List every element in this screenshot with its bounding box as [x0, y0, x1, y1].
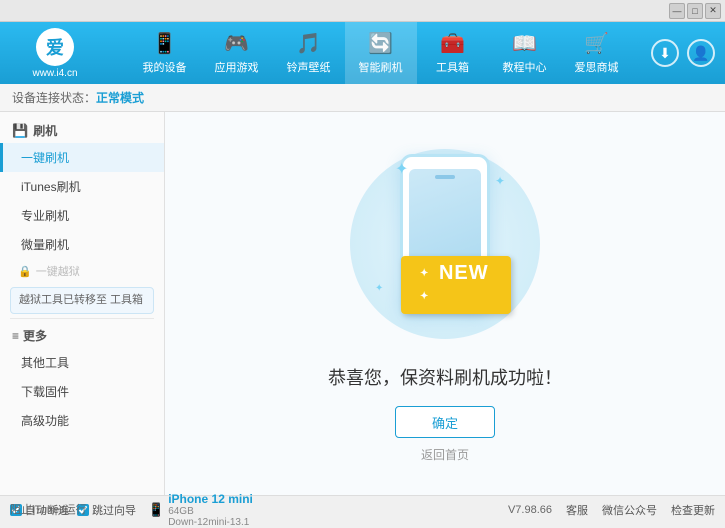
status-label: 设备连接状态： [12, 89, 96, 106]
sidebar-info-box: 越狱工具已转移至 工具箱 [10, 287, 154, 314]
skip-wizard-label: 跳过向导 [92, 502, 136, 518]
nav-right-controls: ⬇ 👤 [651, 39, 715, 67]
nav-store[interactable]: 🛒 爱思商城 [561, 22, 633, 84]
top-nav: 爱 www.i4.cn 📱 我的设备 🎮 应用游戏 🎵 铃声壁纸 🔄 智能刷机 … [0, 22, 725, 84]
device-icon: 📱 [148, 502, 164, 518]
status-value: 正常模式 [96, 89, 144, 106]
wechat-public-link[interactable]: 微信公众号 [602, 502, 657, 518]
close-btn[interactable]: ✕ [705, 3, 721, 19]
sidebar-item-other-tools[interactable]: 其他工具 [0, 348, 164, 377]
sparkle-3: ✦ [375, 283, 383, 294]
sidebar-disabled-jailbreak: 🔒 一键越狱 [0, 259, 164, 283]
flash-section-icon: 💾 [12, 123, 28, 139]
check-update-link[interactable]: 检查更新 [671, 502, 715, 518]
sidebar-item-download-firmware[interactable]: 下载固件 [0, 377, 164, 406]
customer-service-link[interactable]: 客服 [566, 502, 588, 518]
store-icon: 🛒 [584, 31, 609, 56]
my-device-icon: 📱 [152, 31, 177, 56]
nav-ringtone[interactable]: 🎵 铃声壁纸 [273, 22, 345, 84]
info-box-text: 越狱工具已转移至 工具箱 [19, 294, 143, 306]
device-firmware: Down-12mini-13.1 [168, 517, 253, 528]
ringtone-icon: 🎵 [296, 31, 321, 56]
toolbox-icon: 🧰 [440, 31, 465, 56]
nav-toolbox[interactable]: 🧰 工具箱 [417, 22, 489, 84]
sidebar-section-flash: 💾 刷机 [0, 118, 164, 143]
flash-section-title: 刷机 [33, 122, 57, 139]
main-layout: 💾 刷机 一键刷机 iTunes刷机 专业刷机 微量刷机 🔒 一键越狱 越狱工具… [0, 112, 725, 495]
sidebar-divider [10, 318, 154, 319]
window-controls[interactable]: — □ ✕ [669, 3, 721, 19]
download-btn[interactable]: ⬇ [651, 39, 679, 67]
nav-smart-flash[interactable]: 🔄 智能刷机 [345, 22, 417, 84]
sparkle-2: ✦ [495, 174, 505, 188]
nav-tutorial[interactable]: 📖 教程中心 [489, 22, 561, 84]
logo-area: 爱 www.i4.cn [10, 28, 100, 79]
phone-speaker [435, 175, 455, 179]
nav-tutorial-label: 教程中心 [503, 59, 547, 75]
tutorial-icon: 📖 [512, 31, 537, 56]
nav-my-device[interactable]: 📱 我的设备 [129, 22, 201, 84]
nav-store-label: 爱思商城 [575, 59, 619, 75]
more-section-icon: ≡ [12, 329, 19, 343]
device-storage: 64GB [168, 506, 253, 517]
nav-my-device-label: 我的设备 [143, 59, 187, 75]
app-games-icon: 🎮 [224, 31, 249, 56]
sidebar-item-one-key-flash[interactable]: 一键刷机 [0, 143, 164, 172]
user-btn[interactable]: 👤 [687, 39, 715, 67]
sidebar: 💾 刷机 一键刷机 iTunes刷机 专业刷机 微量刷机 🔒 一键越狱 越狱工具… [0, 112, 165, 495]
sparkle-1: ✦ [395, 159, 408, 179]
sidebar-item-itunes-flash[interactable]: iTunes刷机 [0, 172, 164, 201]
device-details: iPhone 12 mini 64GB Down-12mini-13.1 [168, 492, 253, 528]
smart-flash-icon: 🔄 [368, 31, 393, 56]
success-text: 恭喜您，保资料刷机成功啦！ [328, 364, 562, 390]
content-area: NEW ✦ ✦ ✦ 恭喜您，保资料刷机成功啦！ 确定 返回首页 [165, 112, 725, 495]
sidebar-item-pro-flash[interactable]: 专业刷机 [0, 201, 164, 230]
bottom-bar: 自动断连 跳过向导 📱 iPhone 12 mini 64GB Down-12m… [0, 495, 725, 523]
logo-text: www.i4.cn [32, 68, 77, 79]
nav-smart-flash-label: 智能刷机 [359, 59, 403, 75]
new-label: NEW [439, 262, 489, 284]
logo-icon: 爱 [36, 28, 74, 66]
itunes-status-text[interactable]: 阻止iTunes运行 [10, 501, 87, 517]
version-text: V7.98.66 [508, 504, 552, 516]
back-link[interactable]: 返回首页 [421, 446, 469, 463]
nav-app-games-label: 应用游戏 [215, 59, 259, 75]
title-bar: — □ ✕ [0, 0, 725, 22]
sidebar-item-micro-flash[interactable]: 微量刷机 [0, 230, 164, 259]
success-illustration: NEW ✦ ✦ ✦ [335, 144, 555, 344]
sidebar-item-advanced[interactable]: 高级功能 [0, 406, 164, 435]
logo-char: 爱 [46, 34, 64, 60]
lock-icon: 🔒 [18, 265, 32, 278]
new-ribbon: NEW [401, 256, 511, 314]
device-name: iPhone 12 mini [168, 492, 253, 506]
nav-toolbox-label: 工具箱 [436, 59, 469, 75]
minimize-btn[interactable]: — [669, 3, 685, 19]
itunes-status-bar: 阻止iTunes运行 [0, 495, 87, 523]
status-bar: 设备连接状态： 正常模式 [0, 84, 725, 112]
nav-ringtone-label: 铃声壁纸 [287, 59, 331, 75]
bottom-right: V7.98.66 客服 微信公众号 检查更新 [508, 502, 715, 518]
sidebar-section-more: ≡ 更多 [0, 323, 164, 348]
more-section-title: 更多 [23, 327, 47, 344]
nav-app-games[interactable]: 🎮 应用游戏 [201, 22, 273, 84]
maximize-btn[interactable]: □ [687, 3, 703, 19]
confirm-button[interactable]: 确定 [395, 406, 495, 438]
device-info: 📱 iPhone 12 mini 64GB Down-12mini-13.1 [148, 492, 253, 528]
nav-items: 📱 我的设备 🎮 应用游戏 🎵 铃声壁纸 🔄 智能刷机 🧰 工具箱 📖 教程中心… [110, 22, 651, 84]
